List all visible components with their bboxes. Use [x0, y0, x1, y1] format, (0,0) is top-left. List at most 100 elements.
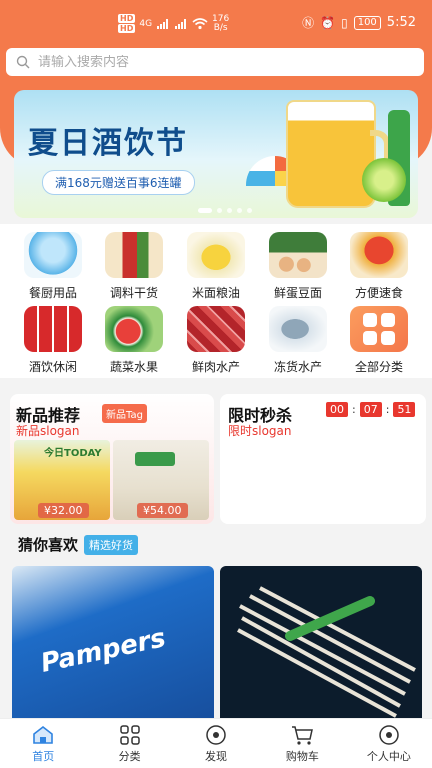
discover-icon	[203, 724, 229, 746]
countdown-seconds: 51	[393, 402, 416, 417]
category-label: 调料干货	[109, 286, 158, 300]
flash-sale-card[interactable]: 限时秒杀 00 : 07 : 51 限时slogan	[220, 394, 426, 524]
category-label: 方便速食	[354, 286, 403, 300]
watermelon-icon	[105, 306, 163, 352]
search-input[interactable]	[38, 54, 398, 70]
tab-profile[interactable]: 个人中心	[346, 719, 432, 768]
signal-icon-2	[175, 18, 187, 29]
product-price: ¥32.00	[38, 503, 89, 518]
wifi-icon	[192, 17, 208, 29]
product-thumb-corn[interactable]: 今日TODAY ¥32.00	[14, 440, 110, 520]
water-jug-icon	[24, 232, 82, 278]
signal-icon	[157, 18, 169, 29]
tab-discover[interactable]: 发现	[173, 719, 259, 768]
status-bar: HD HD 4G 176 B/s Ⓝ ⏰ ▯ 100 5:52	[0, 0, 432, 48]
search-bar[interactable]	[6, 48, 424, 76]
countdown-separator: :	[352, 403, 356, 416]
tab-category[interactable]: 分类	[86, 719, 172, 768]
guess-tag: 精选好货	[84, 534, 139, 555]
category-label: 鲜肉水产	[191, 360, 240, 374]
new-products-card[interactable]: 新品推荐 新品Tag 新品slogan 今日TODAY ¥32.00 ¥54.0…	[10, 394, 214, 524]
guess-title: 猜你喜欢	[18, 536, 79, 554]
new-products-tag: 新品Tag	[102, 404, 147, 423]
category-item-instant-food[interactable]: 方便速食	[345, 232, 413, 304]
tab-label: 首页	[32, 749, 55, 763]
crab-icon	[350, 232, 408, 278]
category-label: 鲜蛋豆面	[273, 286, 322, 300]
category-label: 全部分类	[354, 360, 403, 374]
flash-sale-countdown: 00 : 07 : 51	[326, 402, 416, 417]
meat-icon	[187, 306, 245, 352]
eggs-icon	[269, 232, 327, 278]
category-item-vegetables-fruit[interactable]: 蔬菜水果	[100, 306, 168, 378]
fish-icon	[269, 306, 327, 352]
countdown-minutes: 07	[359, 402, 382, 417]
category-label: 蔬菜水果	[109, 360, 158, 374]
category-item-eggs-tofu[interactable]: 鲜蛋豆面	[264, 232, 332, 304]
category-item-all[interactable]: 全部分类	[345, 306, 413, 378]
category-item-kitchen[interactable]: 餐厨用品	[19, 232, 87, 304]
net-speed-unit: B/s	[213, 22, 228, 33]
countdown-hours: 00	[326, 402, 348, 417]
beer-cans-icon	[24, 306, 82, 352]
banner-dot[interactable]	[217, 208, 222, 213]
category-label: 酒饮休闲	[28, 360, 77, 374]
promo-row: 新品推荐 新品Tag 新品slogan 今日TODAY ¥32.00 ¥54.0…	[10, 394, 426, 524]
banner-dot[interactable]	[247, 208, 252, 213]
tab-label: 购物车	[285, 749, 319, 763]
feed-item-chopsticks[interactable]	[220, 566, 422, 718]
status-right: Ⓝ ⏰ ▯ 100 5:52	[302, 14, 416, 31]
product-thumb-package[interactable]: ¥54.00	[113, 440, 209, 520]
beer-mug-image	[286, 100, 376, 208]
clock-time: 5:52	[386, 15, 416, 30]
tab-label: 个人中心	[366, 749, 411, 763]
banner-dot[interactable]	[198, 208, 212, 213]
banner-subtitle: 满168元赠送百事6连罐	[42, 170, 195, 195]
feed-item-brand: Pampers	[38, 623, 169, 679]
category-item-frozen-seafood[interactable]: 冻货水产	[264, 306, 332, 378]
home-icon	[30, 724, 56, 746]
category-grid-icon	[117, 724, 143, 746]
oil-bottle-icon	[187, 232, 245, 278]
tab-label: 分类	[118, 749, 141, 763]
banner-dot[interactable]	[237, 208, 242, 213]
bottom-tab-bar: 首页 分类 发现 购物车 个人中心	[0, 718, 432, 768]
category-label: 米面粮油	[191, 286, 240, 300]
guess-header: 猜你喜欢 精选好货	[18, 534, 139, 555]
nfc-icon: Ⓝ	[302, 16, 315, 30]
network-type: 4G	[139, 18, 153, 29]
tab-cart[interactable]: 购物车	[259, 719, 345, 768]
category-label: 冻货水产	[273, 360, 322, 374]
banner-dot[interactable]	[227, 208, 232, 213]
tab-label: 发现	[205, 749, 228, 763]
feed-item-pampers[interactable]: Pampers	[12, 566, 214, 718]
package-logo-image	[135, 452, 175, 466]
category-item-seasoning[interactable]: 调料干货	[100, 232, 168, 304]
product-price: ¥54.00	[137, 503, 188, 518]
countdown-separator: :	[385, 403, 390, 416]
profile-icon	[376, 724, 402, 746]
banner-title: 夏日酒饮节	[28, 126, 188, 161]
tab-home[interactable]: 首页	[0, 719, 86, 768]
promo-banner[interactable]: 夏日酒饮节 满168元赠送百事6连罐	[14, 90, 418, 218]
category-item-grain-oil[interactable]: 米面粮油	[182, 232, 250, 304]
category-item-drinks[interactable]: 酒饮休闲	[19, 306, 87, 378]
banner-pagination	[198, 208, 252, 213]
grid-icon	[350, 306, 408, 352]
lime-image	[362, 158, 406, 202]
product-thumb-label: 今日TODAY	[44, 448, 102, 459]
flash-sale-slogan: 限时slogan	[228, 424, 292, 438]
search-icon	[16, 55, 30, 69]
category-item-fresh-meat[interactable]: 鲜肉水产	[182, 306, 250, 378]
battery-indicator: 100	[353, 15, 381, 30]
new-products-slogan: 新品slogan	[16, 424, 80, 438]
sauce-bottle-icon	[105, 232, 163, 278]
chopsticks-image	[237, 586, 416, 718]
category-grid: 餐厨用品 调料干货 米面粮油 鲜蛋豆面 方便速食 酒饮休闲 蔬菜水果 鲜肉水产 …	[0, 224, 432, 378]
signal-indicators: HD HD 4G 176 B/s	[118, 13, 230, 33]
vibrate-icon: ▯	[341, 15, 348, 30]
category-label: 餐厨用品	[28, 286, 77, 300]
net-speed: 176 B/s	[212, 14, 229, 33]
alarm-icon: ⏰	[320, 15, 336, 30]
cart-icon	[289, 724, 315, 746]
